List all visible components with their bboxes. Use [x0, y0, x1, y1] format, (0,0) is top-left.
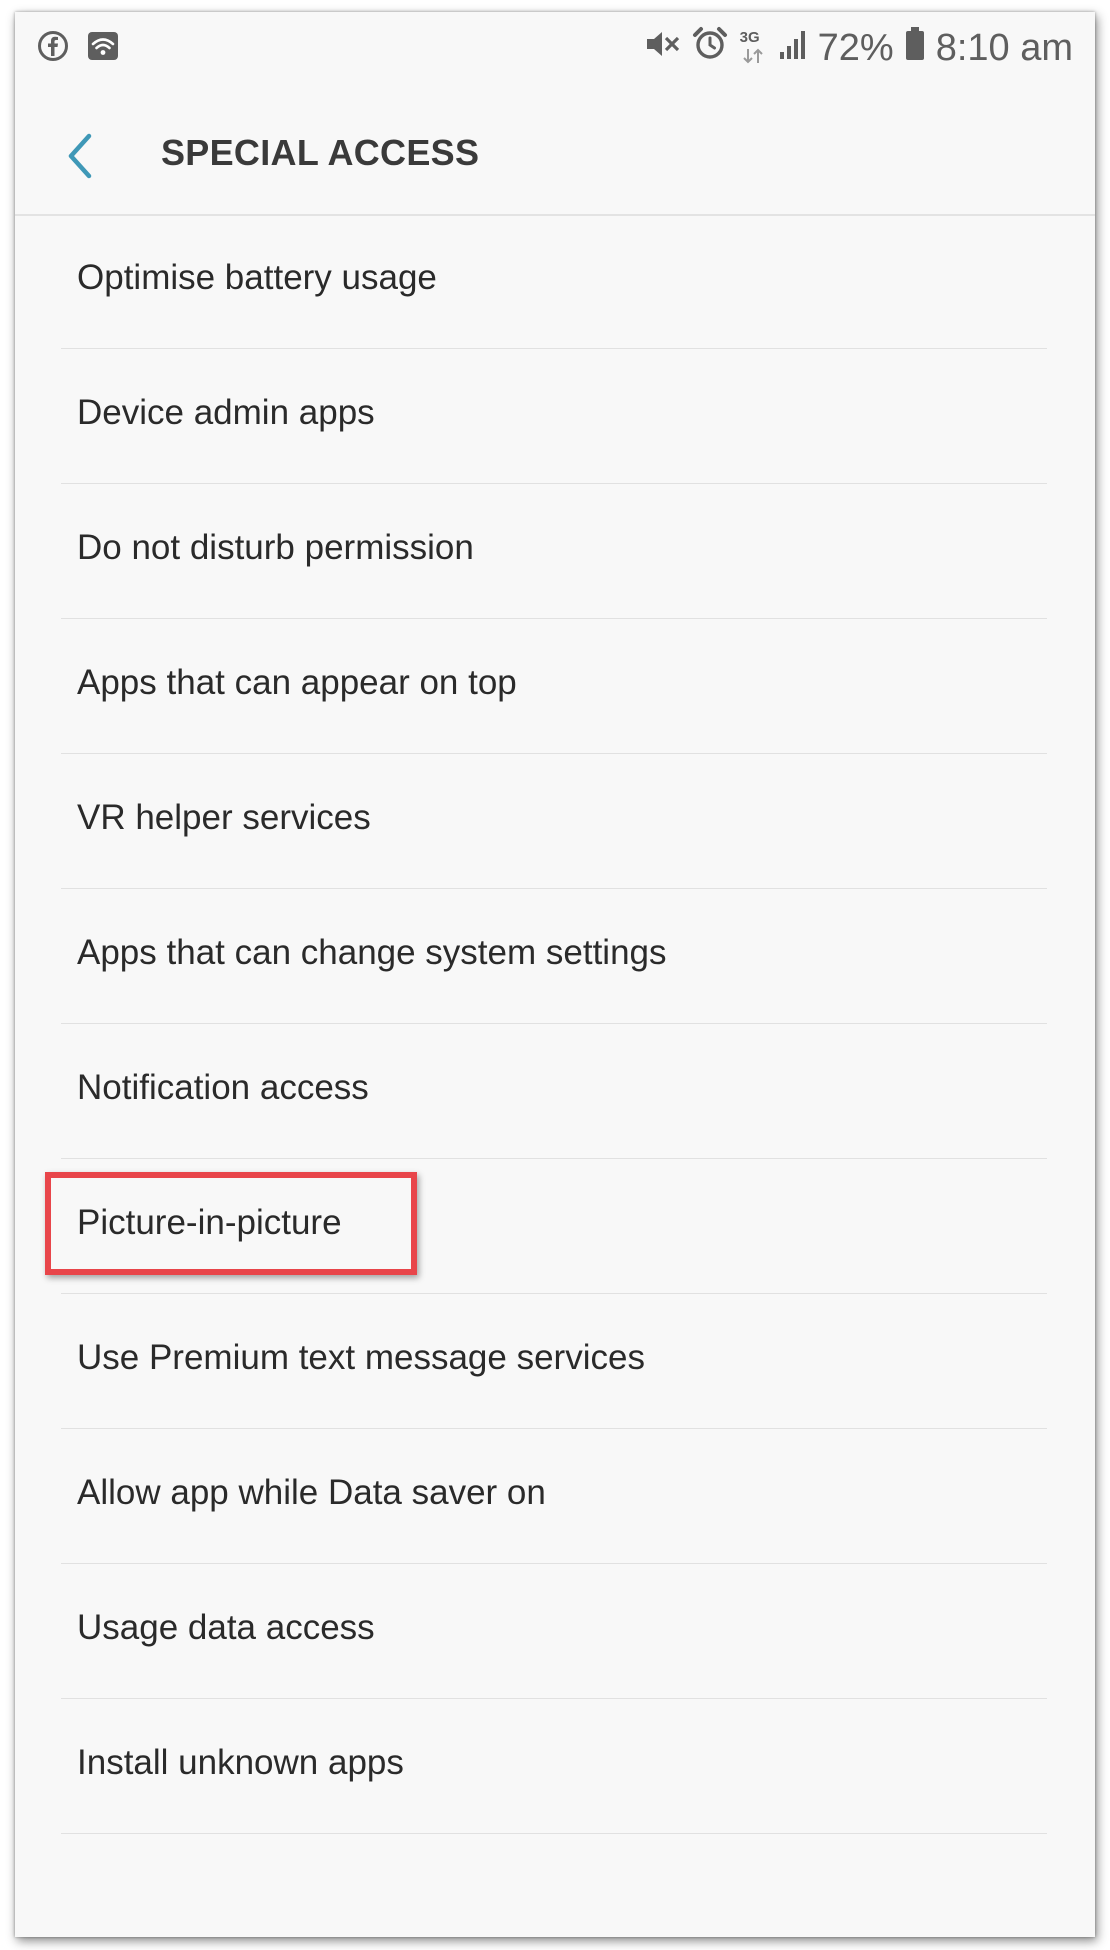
list-item-label: Usage data access — [77, 1608, 375, 1647]
vibrate-mute-icon — [644, 27, 682, 69]
clock-time: 8:10 am — [935, 27, 1073, 69]
app-bar: SPECIAL ACCESS — [15, 74, 1095, 216]
status-bar-right: 3G 72% 8:10 am — [644, 26, 1073, 70]
signal-icon — [778, 28, 808, 68]
list-item-usage-data-access[interactable]: Usage data access — [61, 1564, 1047, 1699]
list-item-label: VR helper services — [77, 798, 371, 837]
list-item-label: Allow app while Data saver on — [77, 1473, 546, 1512]
list-item-premium-text-message[interactable]: Use Premium text message services — [61, 1294, 1047, 1429]
page-title: SPECIAL ACCESS — [161, 132, 480, 173]
list-item-picture-in-picture[interactable]: Picture-in-picture — [61, 1159, 1047, 1294]
phone-screen: 3G 72% 8:10 am SPECIAL ACCESS Optimise b… — [15, 12, 1095, 1937]
list-item-label: Notification access — [77, 1068, 369, 1107]
chevron-left-icon — [55, 133, 103, 190]
list-item-label: Optimise battery usage — [77, 258, 437, 297]
list-item-do-not-disturb-permission[interactable]: Do not disturb permission — [61, 484, 1047, 619]
list-item-label: Use Premium text message services — [77, 1338, 645, 1377]
network-label: 3G — [739, 29, 760, 46]
special-access-list: Optimise battery usage Device admin apps… — [15, 214, 1095, 1834]
list-item-notification-access[interactable]: Notification access — [61, 1024, 1047, 1159]
alarm-icon — [692, 26, 728, 70]
battery-percent: 72% — [817, 27, 894, 69]
list-item-vr-helper-services[interactable]: VR helper services — [61, 754, 1047, 889]
status-bar-left — [37, 30, 119, 67]
list-item-optimise-battery-usage[interactable]: Optimise battery usage — [61, 214, 1047, 349]
battery-icon — [904, 26, 926, 70]
list-item-label: Picture-in-picture — [77, 1203, 342, 1242]
list-item-label: Apps that can change system settings — [77, 933, 667, 972]
list-item-label: Install unknown apps — [77, 1743, 404, 1782]
network-3g-icon: 3G — [738, 30, 768, 66]
list-item-device-admin-apps[interactable]: Device admin apps — [61, 349, 1047, 484]
list-item-label: Device admin apps — [77, 393, 375, 432]
wifi-icon — [87, 31, 119, 66]
back-button[interactable] — [55, 126, 103, 186]
facebook-icon — [37, 30, 69, 67]
list-item-change-system-settings[interactable]: Apps that can change system settings — [61, 889, 1047, 1024]
list-item-data-saver[interactable]: Allow app while Data saver on — [61, 1429, 1047, 1564]
list-item-install-unknown-apps[interactable]: Install unknown apps — [61, 1699, 1047, 1834]
status-bar: 3G 72% 8:10 am — [15, 12, 1095, 74]
list-item-apps-appear-on-top[interactable]: Apps that can appear on top — [61, 619, 1047, 754]
list-item-label: Apps that can appear on top — [77, 663, 517, 702]
list-item-label: Do not disturb permission — [77, 528, 474, 567]
